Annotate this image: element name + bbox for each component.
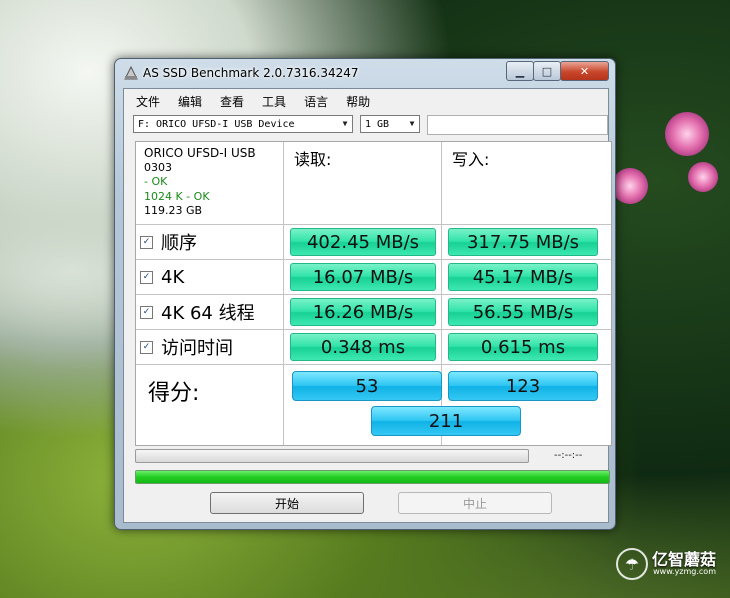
benchmark-window: AS SSD Benchmark 2.0.7316.34247 ▁ □ ✕ 文件… [114, 58, 616, 530]
device-capacity: 119.23 GB [144, 204, 203, 217]
stop-button[interactable]: 中止 [398, 492, 552, 514]
test-size-dropdown[interactable]: 1 GB ▼ [360, 115, 420, 133]
checkbox[interactable]: ✓ [140, 305, 153, 319]
elapsed-time: --:--:-- [554, 450, 583, 461]
grid-divider [136, 294, 611, 295]
read-column-header: 读取: [294, 150, 332, 169]
seq-read-value: 402.45 MB/s [290, 228, 436, 256]
device-info: ORICO UFSD-I USB 0303 - OK 1024 K - OK 1… [144, 146, 256, 219]
4k-write-value: 45.17 MB/s [448, 263, 598, 291]
maximize-button[interactable]: □ [533, 61, 561, 81]
score-write: 123 [448, 371, 598, 401]
empty-text-field[interactable] [427, 115, 608, 135]
access-read-value: 0.348 ms [290, 333, 436, 361]
row-access-time-label[interactable]: ✓ 访问时间 [140, 335, 233, 359]
row-label-text: 访问时间 [161, 338, 233, 359]
chevron-down-icon: ▼ [409, 119, 415, 128]
device-model: ORICO UFSD-I USB [144, 146, 256, 160]
start-button[interactable]: 开始 [210, 492, 364, 514]
grid-divider [136, 364, 611, 365]
score-total: 211 [371, 406, 521, 436]
wallpaper-flower [688, 162, 718, 192]
4k64-write-value: 56.55 MB/s [448, 298, 598, 326]
row-sequential-label[interactable]: ✓ 顺序 [140, 230, 197, 254]
test-progress-bar [135, 449, 529, 463]
menu-tools[interactable]: 工具 [250, 89, 292, 111]
menu-edit[interactable]: 编辑 [166, 89, 208, 111]
minimize-button[interactable]: ▁ [506, 61, 534, 81]
minimize-icon: ▁ [515, 64, 525, 78]
grid-divider [136, 329, 611, 330]
4k-read-value: 16.07 MB/s [290, 263, 436, 291]
app-icon [124, 66, 138, 80]
write-column-header: 写入: [452, 150, 490, 169]
menu-view[interactable]: 查看 [208, 89, 250, 111]
row-label-text: 4K 64 线程 [161, 303, 255, 324]
maximize-icon: □ [541, 64, 553, 78]
window-title: AS SSD Benchmark 2.0.7316.34247 [143, 66, 359, 80]
4k64-read-value: 16.26 MB/s [290, 298, 436, 326]
wallpaper-flower [612, 168, 648, 204]
window-client: 文件 编辑 查看 工具 语言 帮助 F: ORICO UFSD-I USB De… [123, 88, 612, 523]
device-firmware: 0303 [144, 160, 172, 174]
drive-dropdown[interactable]: F: ORICO UFSD-I USB Device ▼ [133, 115, 353, 133]
row-4k64-label[interactable]: ✓ 4K 64 线程 [140, 300, 255, 324]
grid-divider [136, 259, 611, 260]
watermark-url: www.yzmg.com [653, 567, 716, 576]
watermark-name: 亿智蘑菇 [651, 550, 716, 569]
device-alignment-ok: 1024 K - OK [144, 189, 210, 203]
total-progress-bar [135, 470, 610, 484]
menu-bar: 文件 编辑 查看 工具 语言 帮助 [124, 89, 608, 111]
title-bar[interactable]: AS SSD Benchmark 2.0.7316.34247 ▁ □ ✕ [115, 59, 615, 87]
checkbox[interactable]: ✓ [140, 340, 153, 354]
score-label-text: 得分: [148, 381, 200, 406]
menu-file[interactable]: 文件 [124, 89, 166, 111]
close-icon: ✕ [579, 64, 590, 78]
menu-language[interactable]: 语言 [292, 89, 334, 111]
total-progress-fill [136, 471, 609, 483]
seq-write-value: 317.75 MB/s [448, 228, 598, 256]
watermark: ☂ 亿智蘑菇 www.yzmg.com [615, 548, 716, 580]
row-label-text: 4K [161, 266, 185, 288]
row-4k-label[interactable]: ✓ 4K [140, 265, 184, 289]
grid-divider [136, 224, 611, 225]
chevron-down-icon: ▼ [342, 119, 348, 128]
close-button[interactable]: ✕ [560, 61, 609, 81]
drive-dropdown-value: F: ORICO UFSD-I USB Device [138, 119, 295, 130]
device-status-ok: - OK [144, 175, 168, 188]
results-grid: ORICO UFSD-I USB 0303 - OK 1024 K - OK 1… [135, 141, 612, 446]
menu-help[interactable]: 帮助 [334, 89, 376, 111]
access-write-value: 0.615 ms [448, 333, 598, 361]
checkbox[interactable]: ✓ [140, 270, 153, 284]
mushroom-logo-icon: ☂ [615, 548, 648, 580]
wallpaper-flower [665, 112, 709, 156]
row-label-text: 顺序 [161, 233, 197, 254]
checkbox[interactable]: ✓ [140, 235, 153, 249]
score-read: 53 [292, 371, 442, 401]
test-size-value: 1 GB [365, 119, 390, 130]
